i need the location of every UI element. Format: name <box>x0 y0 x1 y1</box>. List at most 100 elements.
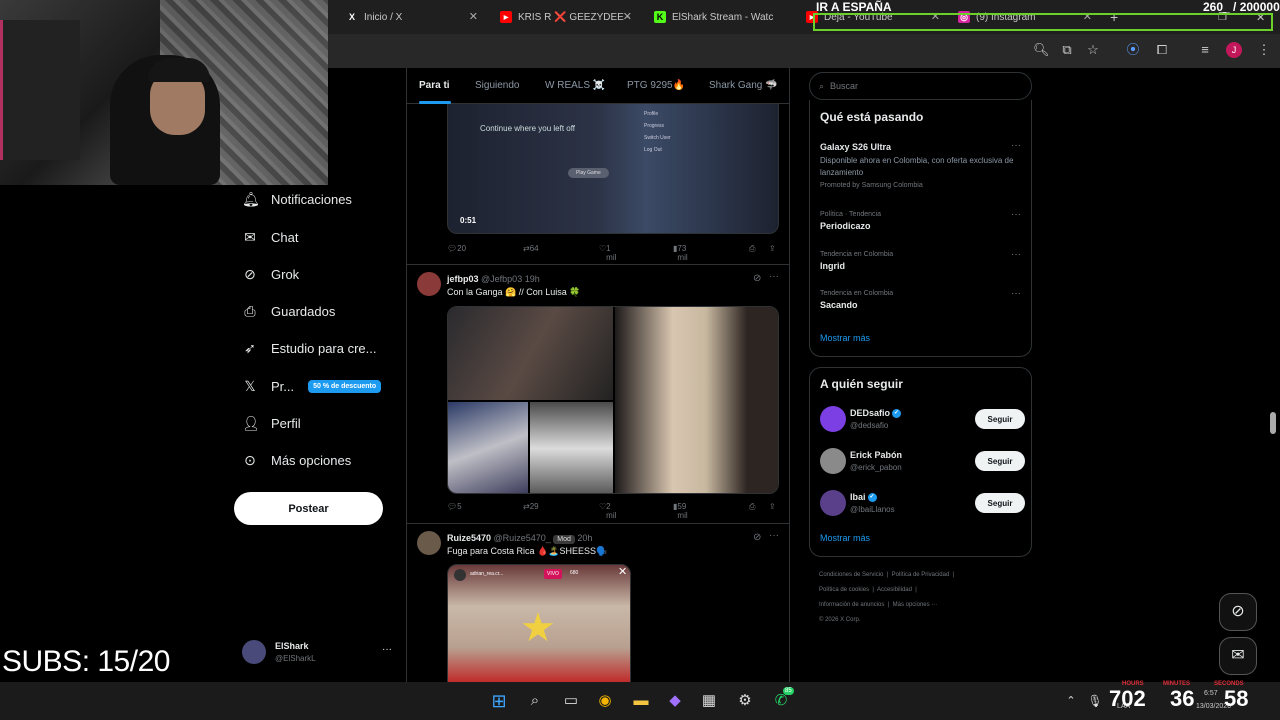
avatar[interactable] <box>417 531 441 555</box>
microphone-icon[interactable]: 🎙︎ <box>1084 690 1106 712</box>
tab-para-ti[interactable]: Para ti <box>419 80 450 91</box>
close-tab-icon[interactable]: ✕ <box>469 10 478 23</box>
settings-gear-icon[interactable]: ⚙ <box>734 690 756 712</box>
trend-item[interactable]: Tendencia en Colombia Sacando ··· <box>820 288 1025 310</box>
close-tab-icon[interactable]: ✕ <box>623 10 632 23</box>
footer-link[interactable]: Política de cookies <box>819 587 869 593</box>
more-dots-icon[interactable]: ··· <box>1011 249 1021 260</box>
search-icon[interactable]: ⌕ <box>524 690 546 712</box>
follow-suggestion[interactable]: Ibai ✓ @IbaiLlanos Seguir <box>820 489 1025 519</box>
live-video-embed[interactable]: adrian_rea.cr... VIVO 680 ✕ ★ <box>447 564 631 682</box>
menu-kebab-icon[interactable]: ⋮ <box>1256 42 1272 58</box>
reply-button[interactable]: 💬︎ 20 <box>447 244 466 253</box>
author-name[interactable]: Ruize5470 <box>447 533 491 543</box>
bookmark-icon[interactable]: ⎙ <box>749 502 755 512</box>
follow-suggestion[interactable]: Erick Pabón @erick_pabon Seguir <box>820 447 1025 477</box>
goal-title: IR A ESPAÑA <box>816 0 892 14</box>
nav-estudio[interactable]: ➶ Estudio para cre... <box>242 336 376 360</box>
nav-grok[interactable]: ⊘ Grok <box>242 262 299 286</box>
person-icon: 👤︎ <box>242 415 260 431</box>
scrollbar-thumb[interactable] <box>1270 412 1276 434</box>
more-dots-icon[interactable]: ··· <box>1011 140 1021 151</box>
tab-kick-stream[interactable]: K ElShark Stream - Watc <box>654 6 790 28</box>
nav-mas-opciones[interactable]: ⊙ Más opciones <box>242 448 351 472</box>
tab-siguiendo[interactable]: Siguiendo <box>475 80 519 91</box>
cast-icon[interactable]: ⧉ <box>1059 42 1075 58</box>
nav-notificaciones[interactable]: 🔔︎ Notificaciones <box>242 187 352 211</box>
profile-avatar-icon[interactable]: J <box>1226 42 1242 58</box>
follow-button[interactable]: Seguir <box>975 451 1025 471</box>
footer-link[interactable]: Política de Privacidad <box>892 572 950 578</box>
close-icon[interactable]: ✕ <box>618 565 627 578</box>
zoom-icon[interactable]: 🔍︎ <box>1033 42 1050 58</box>
more-dots-icon[interactable]: ··· <box>769 271 779 282</box>
follow-suggestion[interactable]: DEDsafio ✓ @dedsafio Seguir <box>820 405 1025 435</box>
follow-button[interactable]: Seguir <box>975 493 1025 513</box>
follow-button[interactable]: Seguir <box>975 409 1025 429</box>
repost-button[interactable]: ⇄ 29 <box>523 502 539 511</box>
grok-icon[interactable]: ⊘ <box>753 273 761 284</box>
photo-2[interactable] <box>448 402 528 493</box>
footer-link[interactable]: Condiciones de Servicio <box>819 572 883 578</box>
reply-button[interactable]: 💬︎ 5 <box>447 502 462 511</box>
more-dots-icon[interactable]: ··· <box>769 530 779 541</box>
media-control-icon[interactable]: ≡ <box>1197 42 1213 58</box>
account-switcher[interactable]: ElShark @ElSharkL ··· <box>242 638 394 668</box>
tray-chevron-icon[interactable]: ⌃ <box>1060 690 1082 712</box>
nav-chat[interactable]: ✉ Chat <box>242 225 298 249</box>
video-player[interactable]: Continue where you left off Profile Prog… <box>447 104 779 234</box>
puzzle-icon[interactable]: ⧠ <box>1154 42 1170 58</box>
avatar[interactable] <box>417 272 441 296</box>
screen: X Inicio / X ✕ ▶ KRIS R ❌ GEEZYDEE - ✕ K… <box>0 0 1280 720</box>
nav-premium[interactable]: 𝕏 Pr... 50 % de descuento <box>242 374 382 398</box>
grok-float-button[interactable]: ⊘ <box>1219 593 1257 631</box>
more-dots-icon[interactable]: ··· <box>1011 209 1021 220</box>
calculator-icon[interactable]: ▦ <box>698 690 720 712</box>
tab-shark-gang[interactable]: Shark Gang 🦈 <box>709 80 778 91</box>
search-input[interactable]: ⌕ Buscar <box>809 72 1032 100</box>
timer-minutes: 36 <box>1170 686 1195 711</box>
task-view-icon[interactable]: ▭ <box>560 690 582 712</box>
footer-link[interactable]: Información de anuncios <box>819 602 884 608</box>
author-name[interactable]: jefbp03 <box>447 274 479 284</box>
post-button[interactable]: Postear <box>234 492 383 525</box>
photo-3[interactable] <box>530 402 613 493</box>
grok-icon[interactable]: ⊘ <box>753 532 761 543</box>
views-button[interactable]: ▮ 73 mil <box>673 244 688 262</box>
more-dots-icon[interactable]: ··· <box>1011 288 1021 299</box>
share-icon[interactable]: ⇪ <box>769 244 776 253</box>
show-more-link[interactable]: Mostrar más <box>820 333 870 343</box>
nav-perfil[interactable]: 👤︎ Perfil <box>242 411 301 435</box>
like-button[interactable]: ♡ 1 mil <box>599 244 616 262</box>
trend-item[interactable]: Tendencia en Colombia Ingrid ··· <box>820 249 1025 271</box>
share-icon[interactable]: ⇪ <box>769 502 776 511</box>
tweet-photo-grid[interactable] <box>447 306 779 494</box>
chrome-icon[interactable]: ◉ <box>594 690 616 712</box>
tab-inicio-x[interactable]: X Inicio / X ✕ <box>346 6 478 28</box>
tab-ptg[interactable]: PTG 9295🔥 <box>627 80 685 91</box>
tab-youtube-kris[interactable]: ▶ KRIS R ❌ GEEZYDEE - ✕ <box>500 6 632 28</box>
footer-link[interactable]: Accesibilidad <box>877 587 912 593</box>
trend-name: Periodicazo <box>820 221 871 231</box>
trend-item[interactable]: Política · Tendencia Periodicazo ··· <box>820 209 1025 231</box>
file-explorer-icon[interactable]: ▬ <box>630 690 652 712</box>
nav-guardados[interactable]: ⎙ Guardados <box>242 299 335 323</box>
photo-4[interactable] <box>615 307 778 493</box>
goal-overlay-frame <box>813 13 1273 31</box>
clock-time[interactable]: 6:57 <box>1204 690 1218 697</box>
like-button[interactable]: ♡ 2 mil <box>599 502 616 520</box>
views-count: 59 mil <box>677 502 688 520</box>
tab-w-reals[interactable]: W REALS ☠️ <box>545 80 605 91</box>
views-button[interactable]: ▮ 59 mil <box>673 502 688 520</box>
footer-link[interactable]: Más opciones ··· <box>893 602 938 608</box>
app-icon[interactable]: ◆ <box>664 690 686 712</box>
repost-button[interactable]: ⇄ 64 <box>523 244 539 253</box>
messages-float-button[interactable]: ✉ <box>1219 637 1257 675</box>
show-more-link[interactable]: Mostrar más <box>820 533 870 543</box>
extension-icon[interactable]: ⦿ <box>1125 42 1141 58</box>
trend-item[interactable]: Galaxy S26 Ultra Disponible ahora en Col… <box>820 140 1025 189</box>
windows-start-icon[interactable]: ⊞ <box>488 690 510 712</box>
bookmark-star-icon[interactable]: ☆ <box>1085 42 1101 58</box>
photo-1[interactable] <box>448 307 613 400</box>
bookmark-icon[interactable]: ⎙ <box>749 244 755 254</box>
